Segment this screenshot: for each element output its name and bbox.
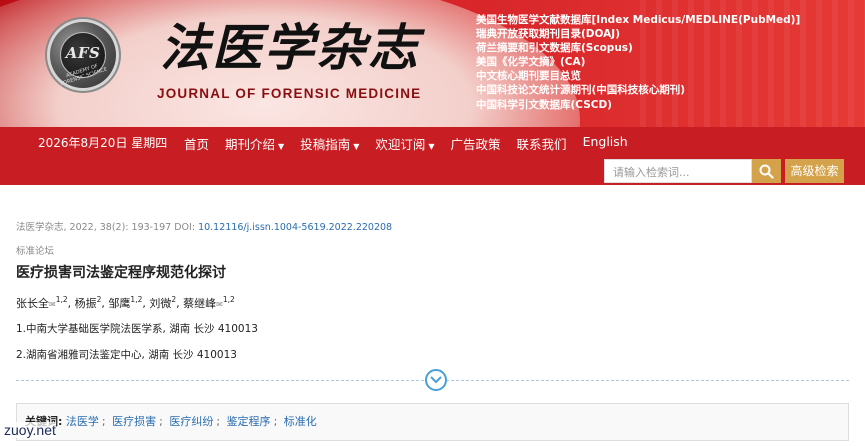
keyword-separator: ; <box>159 415 163 428</box>
advanced-search-button[interactable]: 高级检索 <box>785 159 844 183</box>
index-item: 美国《化学文摘》(CA) <box>476 56 586 69</box>
nav-item-label: 联系我们 <box>516 137 567 152</box>
journal-name-en: JOURNAL OF FORENSIC MEDICINE <box>157 86 422 101</box>
index-item: 中国科技论文统计源期刊(中国科技核心期刊) <box>476 84 686 97</box>
search-icon <box>759 164 774 179</box>
keyword-link[interactable]: 标准化 <box>284 415 317 428</box>
index-item: 瑞典开放获取期刊目录(DOAJ) <box>476 28 620 41</box>
author-affiliation-index: 1,2 <box>222 295 235 304</box>
citation-text: 法医学杂志, 2022, 38(2): 193-197 DOI: <box>16 222 199 233</box>
nav-item-contact[interactable]: 联系我们 <box>517 134 567 153</box>
author-list: 张长全✉1,2, 杨振2, 邹鹰1,2, 刘微2, 蔡继峰✉1,2 <box>16 295 235 310</box>
affiliation-item: 1.中南大学基础医学院法医学系, 湖南 长沙 410013 <box>16 323 258 335</box>
author-affiliation-index: 1,2 <box>55 295 68 304</box>
affiliation-item: 2.湖南省湘雅司法鉴定中心, 湖南 长沙 410013 <box>16 349 237 361</box>
current-date: 2026年8月20日 星期四 <box>38 136 168 150</box>
nav-item-label: 广告政策 <box>450 137 501 152</box>
doi-link[interactable]: 10.12116/j.issn.1004-5619.2022.220208 <box>198 222 392 233</box>
author-name[interactable]: 杨振 <box>75 297 97 310</box>
article-citation: 法医学杂志, 2022, 38(2): 193-197 DOI: 10.1211… <box>16 219 392 233</box>
mail-icon[interactable]: ✉ <box>49 300 56 309</box>
index-item: 荷兰摘要和引文数据库(Scopus) <box>476 42 633 55</box>
caret-down-icon: ▼ <box>278 142 285 151</box>
nav-item-journal-intro[interactable]: 期刊介绍 ▼ <box>225 134 284 153</box>
nav-item-label: 投稿指南 <box>300 137 351 152</box>
author-affiliation-index: 2 <box>96 295 102 304</box>
search-button[interactable] <box>752 159 781 183</box>
keyword-link[interactable]: 医疗纠纷 <box>169 415 213 428</box>
nav-menu: 首页 期刊介绍 ▼ 投稿指南 ▼ 欢迎订阅 ▼ 广告政策 联系我们 English <box>184 134 644 153</box>
author-name[interactable]: 蔡继峰 <box>183 297 216 310</box>
watermark: zuoy.net <box>4 422 56 438</box>
keywords-box: 关键词: 法医学; 医疗损害; 医疗纠纷; 鉴定程序; 标准化 <box>16 403 849 441</box>
keyword-link[interactable]: 医疗损害 <box>112 415 156 428</box>
chevron-down-icon <box>430 376 442 384</box>
keyword-separator: ; <box>101 415 106 428</box>
index-item: 中国科学引文数据库(CSCD) <box>476 98 612 111</box>
nav-item-english[interactable]: English <box>583 134 628 153</box>
keyword-separator: ; <box>216 415 221 428</box>
caret-down-icon: ▼ <box>428 142 435 151</box>
nav-item-label: 首页 <box>184 137 210 152</box>
index-list: 美国生物医学文献数据库[Index Medicus/MEDLINE(PubMed… <box>476 13 800 112</box>
caret-down-icon: ▼ <box>353 142 360 151</box>
keyword-link[interactable]: 法医学 <box>66 415 99 428</box>
nav-item-submission-guide[interactable]: 投稿指南 ▼ <box>300 134 359 153</box>
search-input[interactable]: 请输入检索词... <box>604 159 752 183</box>
index-item: 中文核心期刊要目总览 <box>476 70 581 83</box>
keyword-link[interactable]: 鉴定程序 <box>227 415 271 428</box>
nav-item-ad-policy[interactable]: 广告政策 <box>451 134 501 153</box>
nav-item-label: 欢迎订阅 <box>375 137 426 152</box>
main-nav: 2026年8月20日 星期四 首页 期刊介绍 ▼ 投稿指南 ▼ 欢迎订阅 ▼ 广告政策… <box>0 127 865 185</box>
index-item: 美国生物医学文献数据库[Index Medicus/MEDLINE(PubMed… <box>476 14 801 26</box>
expand-toggle[interactable] <box>425 369 447 391</box>
author-name[interactable]: 张长全 <box>16 297 49 310</box>
nav-item-subscribe[interactable]: 欢迎订阅 ▼ <box>375 134 434 153</box>
journal-logo[interactable]: AFS ACADEMY OF FORENSIC SCIENCE <box>50 22 116 88</box>
author-affiliation-index: 2 <box>171 295 177 304</box>
article-column: 标准论坛 <box>16 246 55 257</box>
article-title: 医疗损害司法鉴定程序规范化探讨 <box>16 265 226 281</box>
author-name[interactable]: 邹鹰 <box>108 297 130 310</box>
author-affiliation-index: 1,2 <box>130 295 143 304</box>
nav-item-home[interactable]: 首页 <box>184 134 209 153</box>
header-banner: AFS ACADEMY OF FORENSIC SCIENCE 法医学杂志 JO… <box>0 0 865 127</box>
journal-name-cn: 法医学杂志 <box>160 18 420 77</box>
author-name[interactable]: 刘微 <box>149 297 171 310</box>
mail-icon[interactable]: ✉ <box>216 300 223 309</box>
nav-item-label: English <box>582 134 628 149</box>
keyword-separator: ; <box>273 415 278 428</box>
nav-item-label: 期刊介绍 <box>225 137 276 152</box>
